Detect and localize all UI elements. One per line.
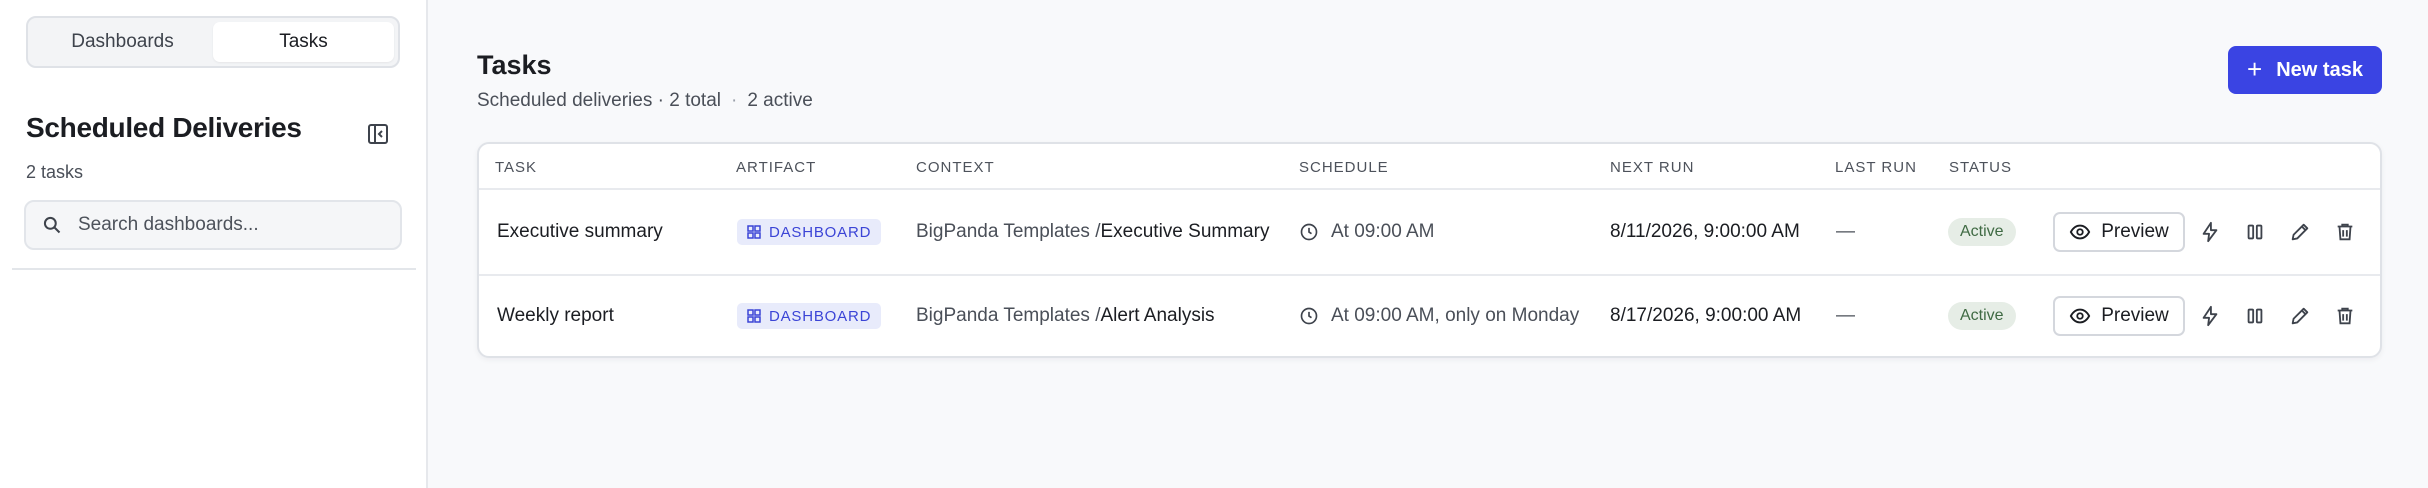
column-header-context: Context [916,159,995,176]
artifact-label: DASHBOARD [769,223,872,241]
column-header-artifact: Artifact [736,159,817,176]
context-name: Alert Analysis [1100,305,1215,326]
preview-cell: Preview [2053,274,2185,356]
column-header-status: Status [1949,159,2012,176]
subtitle-total: Scheduled deliveries · 2 total [477,90,721,111]
table-row: Weekly report DASHBOARD BigPanda Templat… [479,274,2380,356]
view-switcher: Dashboards Tasks [26,16,400,68]
eye-icon [2069,224,2091,240]
lightning-icon[interactable] [2199,221,2221,243]
artifact-cell: DASHBOARD [737,274,882,356]
pause-icon[interactable] [2244,221,2266,243]
eye-icon [2069,308,2091,324]
clock-icon [1300,223,1318,241]
column-header-last-run: Last run [1835,159,1917,176]
status-cell: Active [1948,274,2016,356]
context-name: Executive Summary [1100,221,1270,242]
page-title: Tasks [477,50,552,80]
subtitle-separator: · [730,90,738,111]
artifact-label: DASHBOARD [769,307,872,325]
search-icon [43,216,61,234]
preview-cell: Preview [2053,190,2185,274]
run-now-cell [2199,274,2221,356]
pause-cell [2244,190,2266,274]
column-header-schedule: Schedule [1299,159,1389,176]
context-prefix: BigPanda Templates / [916,221,1101,242]
preview-label: Preview [2101,305,2169,326]
context-prefix: BigPanda Templates / [916,305,1101,326]
tab-dashboards[interactable]: Dashboards [32,22,213,62]
context-cell[interactable]: BigPanda Templates / Executive Summary [916,190,1269,274]
search-box [24,200,402,250]
pause-icon[interactable] [2244,305,2266,327]
run-now-cell [2199,190,2221,274]
status-badge: Active [1948,302,2016,330]
clock-icon [1300,307,1318,325]
dashboard-grid-icon [747,309,761,323]
sidebar-title: Scheduled Deliveries [26,112,302,143]
schedule-cell: At 09:00 AM, only on Monday [1299,274,1580,356]
column-header-next-run: Next run [1610,159,1695,176]
new-task-button[interactable]: + New task [2228,46,2382,94]
subtitle-active: 2 active [747,90,813,111]
pause-cell [2244,274,2266,356]
status-cell: Active [1948,190,2016,274]
next-run: 8/11/2026, 9:00:00 AM [1610,221,1800,242]
edit-cell [2289,274,2311,356]
sidebar: Dashboards Tasks Scheduled Deliveries 2 … [0,0,428,488]
sidebar-divider [12,268,416,270]
preview-label: Preview [2101,221,2169,242]
trash-icon[interactable] [2334,305,2356,327]
page-subtitle: Scheduled deliveries · 2 total · 2 activ… [477,90,813,112]
delete-cell [2334,190,2356,274]
next-run: 8/17/2026, 9:00:00 AM [1610,305,1802,326]
trash-icon[interactable] [2334,221,2356,243]
lightning-icon[interactable] [2199,305,2221,327]
artifact-badge: DASHBOARD [737,303,882,329]
task-name: Executive summary [497,221,663,242]
delete-cell [2334,274,2356,356]
edit-cell [2289,190,2311,274]
task-name: Weekly report [497,305,614,326]
schedule-text: At 09:00 AM [1331,221,1435,242]
dashboard-grid-icon [747,225,761,239]
context-cell[interactable]: BigPanda Templates / Alert Analysis [916,274,1215,356]
pencil-icon[interactable] [2289,305,2311,327]
sidebar-collapse-icon[interactable] [366,122,390,146]
tasks-table: Task Artifact Context Schedule Next run … [477,142,2382,358]
artifact-cell: DASHBOARD [737,190,882,274]
column-header-task: Task [495,159,538,176]
task-count: 2 tasks [26,162,84,182]
last-run: — [1836,221,1855,242]
artifact-badge: DASHBOARD [737,219,882,245]
schedule-text: At 09:00 AM, only on Monday [1331,305,1580,326]
plus-icon: + [2247,54,2263,84]
table-row: Executive summary DASHBOARD BigPanda Tem… [479,190,2380,274]
tab-tasks[interactable]: Tasks [213,22,394,62]
preview-button[interactable]: Preview [2053,296,2185,336]
status-badge: Active [1948,218,2016,246]
preview-button[interactable]: Preview [2053,212,2185,252]
schedule-cell: At 09:00 AM [1299,190,1435,274]
last-run: — [1836,305,1855,326]
new-task-label: New task [2276,58,2363,81]
pencil-icon[interactable] [2289,221,2311,243]
search-input[interactable] [78,214,378,236]
